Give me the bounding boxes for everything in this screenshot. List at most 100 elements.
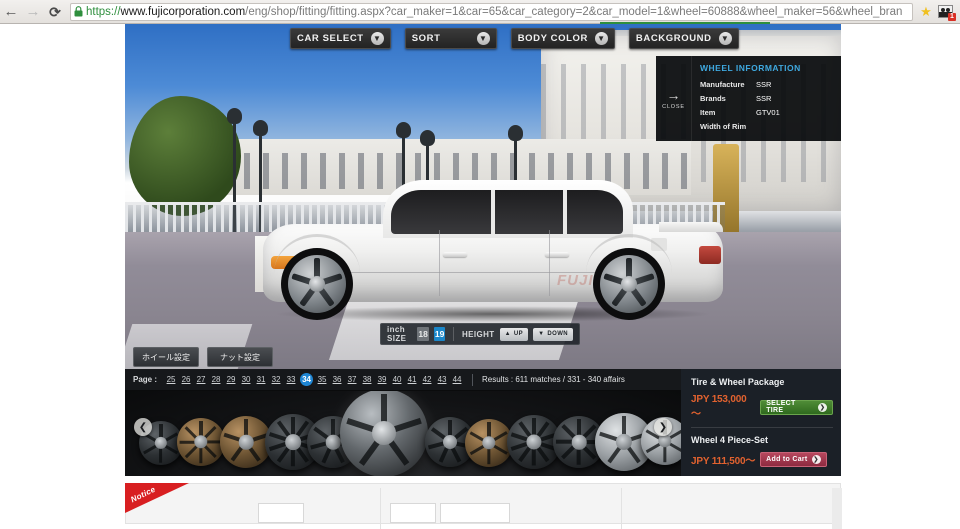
extension-badge: 1	[948, 12, 956, 21]
close-button[interactable]: → CLOSE	[656, 56, 692, 141]
lower-page-area: Notice	[108, 479, 860, 529]
body-color-label: BODY COLOR	[517, 33, 588, 44]
wheel-info-key: Brands	[700, 94, 726, 103]
wheel-info-row: Brands SSR	[700, 94, 835, 103]
wheel-info-row: Item GTV01	[700, 108, 835, 117]
forward-arrow-icon[interactable]: →	[22, 0, 44, 24]
wheel-thumbnail-list	[125, 391, 681, 476]
nut-setting-button[interactable]: ナット設定	[207, 347, 273, 367]
page-link-35[interactable]: 35	[316, 374, 328, 386]
page-link-36[interactable]: 36	[331, 374, 343, 386]
wheel-info-row: Width of Rim	[700, 122, 835, 131]
setting-buttons: ホイール設定 ナット設定	[133, 347, 273, 367]
rear-wheel[interactable]	[593, 248, 665, 320]
wheel-set-title: Wheel 4 Piece-Set	[691, 435, 769, 445]
page-label: Page :	[133, 375, 158, 384]
page-number-list: 25 26 27 28 29 30 31 32 33 34 35 36 37 3…	[165, 373, 463, 386]
height-label: HEIGHT	[461, 329, 495, 339]
page-link-32[interactable]: 32	[270, 374, 282, 386]
car-render[interactable]: FUJI	[263, 180, 723, 332]
lower-input-box[interactable]	[440, 503, 510, 523]
sort-button[interactable]: SORT ▼	[404, 28, 497, 49]
wheel-thumb-selected[interactable]	[340, 391, 428, 476]
lower-input-box[interactable]	[258, 503, 304, 523]
front-wheel[interactable]	[281, 248, 353, 320]
page-link-34-active[interactable]: 34	[300, 373, 314, 386]
extension-icon[interactable]: 1	[935, 4, 956, 21]
page-link-38[interactable]: 38	[361, 374, 373, 386]
select-tire-button[interactable]: SELECT TIRE ❯	[760, 399, 833, 415]
price-panel: Tire & Wheel Package JPY 153,000～ SELECT…	[681, 369, 841, 476]
page-link-29[interactable]: 29	[225, 374, 237, 386]
door-handle	[443, 252, 467, 257]
right-arrow-icon: →	[666, 86, 681, 103]
wheel-thumb-8[interactable]	[465, 419, 513, 467]
reload-icon[interactable]: ⟳	[44, 0, 66, 24]
address-bar[interactable]: https:// www.fujicorporation.com /eng/sh…	[70, 2, 913, 21]
page-link-27[interactable]: 27	[195, 374, 207, 386]
page-link-42[interactable]: 42	[421, 374, 433, 386]
fitting-simulator: FUJI CAR SELECT ▼ SORT ▼ BODY COLOR ▼ BA…	[125, 24, 841, 476]
close-label: CLOSE	[662, 103, 685, 110]
car-viewer[interactable]: FUJI CAR SELECT ▼ SORT ▼ BODY COLOR ▼ BA…	[125, 24, 841, 369]
page-link-43[interactable]: 43	[436, 374, 448, 386]
tire-wheel-package-title: Tire & Wheel Package	[691, 377, 785, 387]
chevron-right-icon: ❯	[818, 402, 827, 412]
wheel-setting-button[interactable]: ホイール設定	[133, 347, 199, 367]
page-link-40[interactable]: 40	[391, 374, 403, 386]
triangle-down-icon: ▼	[538, 331, 545, 337]
wheel-rim	[600, 255, 658, 313]
back-arrow-icon[interactable]: ←	[0, 0, 22, 24]
viewer-toolbar: CAR SELECT ▼ SORT ▼ BODY COLOR ▼ BACKGRO…	[290, 28, 739, 49]
pagination-bar: Page : 25 26 27 28 29 30 31 32 33 34 35 …	[125, 369, 681, 391]
page-link-44[interactable]: 44	[451, 374, 463, 386]
wheel-rim	[288, 255, 346, 313]
page-link-30[interactable]: 30	[240, 374, 252, 386]
wheel-info-key: Width of Rim	[700, 122, 747, 131]
package-price: JPY 153,000～	[691, 394, 747, 420]
wheel-info-title: WHEEL INFORMATION	[700, 63, 801, 73]
wheel-price: JPY 111,500～	[691, 456, 756, 467]
star-icon[interactable]: ★	[917, 4, 935, 20]
page-link-31[interactable]: 31	[255, 374, 267, 386]
page-link-37[interactable]: 37	[346, 374, 358, 386]
wheel-information-panel: → CLOSE WHEEL INFORMATION Manufacture SS…	[656, 56, 841, 141]
page-link-39[interactable]: 39	[376, 374, 388, 386]
size-height-control: inch SIZE 18 19 HEIGHT ▲ UP ▼ DOWN	[380, 323, 580, 345]
chevron-down-icon: ▼	[718, 32, 732, 45]
size-option-18[interactable]: 18	[417, 327, 429, 341]
page-link-33[interactable]: 33	[285, 374, 297, 386]
wheel-thumb-2[interactable]	[177, 418, 225, 466]
lock-icon	[74, 6, 83, 17]
car-select-button[interactable]: CAR SELECT ▼	[290, 28, 391, 49]
chevron-down-icon: ▼	[370, 32, 384, 45]
height-down-button[interactable]: ▼ DOWN	[533, 327, 574, 341]
divider	[621, 488, 622, 529]
height-up-button[interactable]: ▲ UP	[499, 327, 529, 341]
car-windows	[391, 190, 623, 234]
browser-chrome: ← → ⟳ https:// www.fujicorporation.com /…	[0, 0, 960, 24]
wheel-info-value: GTV01	[756, 108, 780, 117]
lower-input-box[interactable]	[390, 503, 436, 523]
page-link-41[interactable]: 41	[406, 374, 418, 386]
body-color-button[interactable]: BODY COLOR ▼	[510, 28, 615, 49]
page-link-25[interactable]: 25	[165, 374, 177, 386]
height-down-label: DOWN	[547, 331, 569, 337]
wheel-price-row: JPY 111,500～ Add to Cart ❯	[691, 452, 833, 467]
url-path: /eng/shop/fitting/fitting.aspx?car_maker…	[245, 5, 903, 18]
wheel-carousel: ❮ ❯	[125, 391, 681, 476]
wheel-info-key: Manufacture	[700, 80, 745, 89]
chevron-left-icon[interactable]: ❮	[134, 418, 152, 436]
tree-icon	[129, 96, 241, 216]
wheel-info-row: Manufacture SSR	[700, 80, 835, 89]
background-button[interactable]: BACKGROUND ▼	[628, 28, 739, 49]
add-to-cart-label: Add to Cart	[766, 456, 808, 463]
car-pillar	[563, 190, 567, 234]
car-select-label: CAR SELECT	[297, 33, 364, 44]
size-option-19[interactable]: 19	[433, 327, 446, 341]
scrollbar[interactable]	[832, 488, 842, 529]
page-link-28[interactable]: 28	[210, 374, 222, 386]
page-link-26[interactable]: 26	[180, 374, 192, 386]
add-to-cart-button[interactable]: Add to Cart ❯	[760, 452, 827, 467]
chevron-right-icon[interactable]: ❯	[654, 418, 672, 436]
